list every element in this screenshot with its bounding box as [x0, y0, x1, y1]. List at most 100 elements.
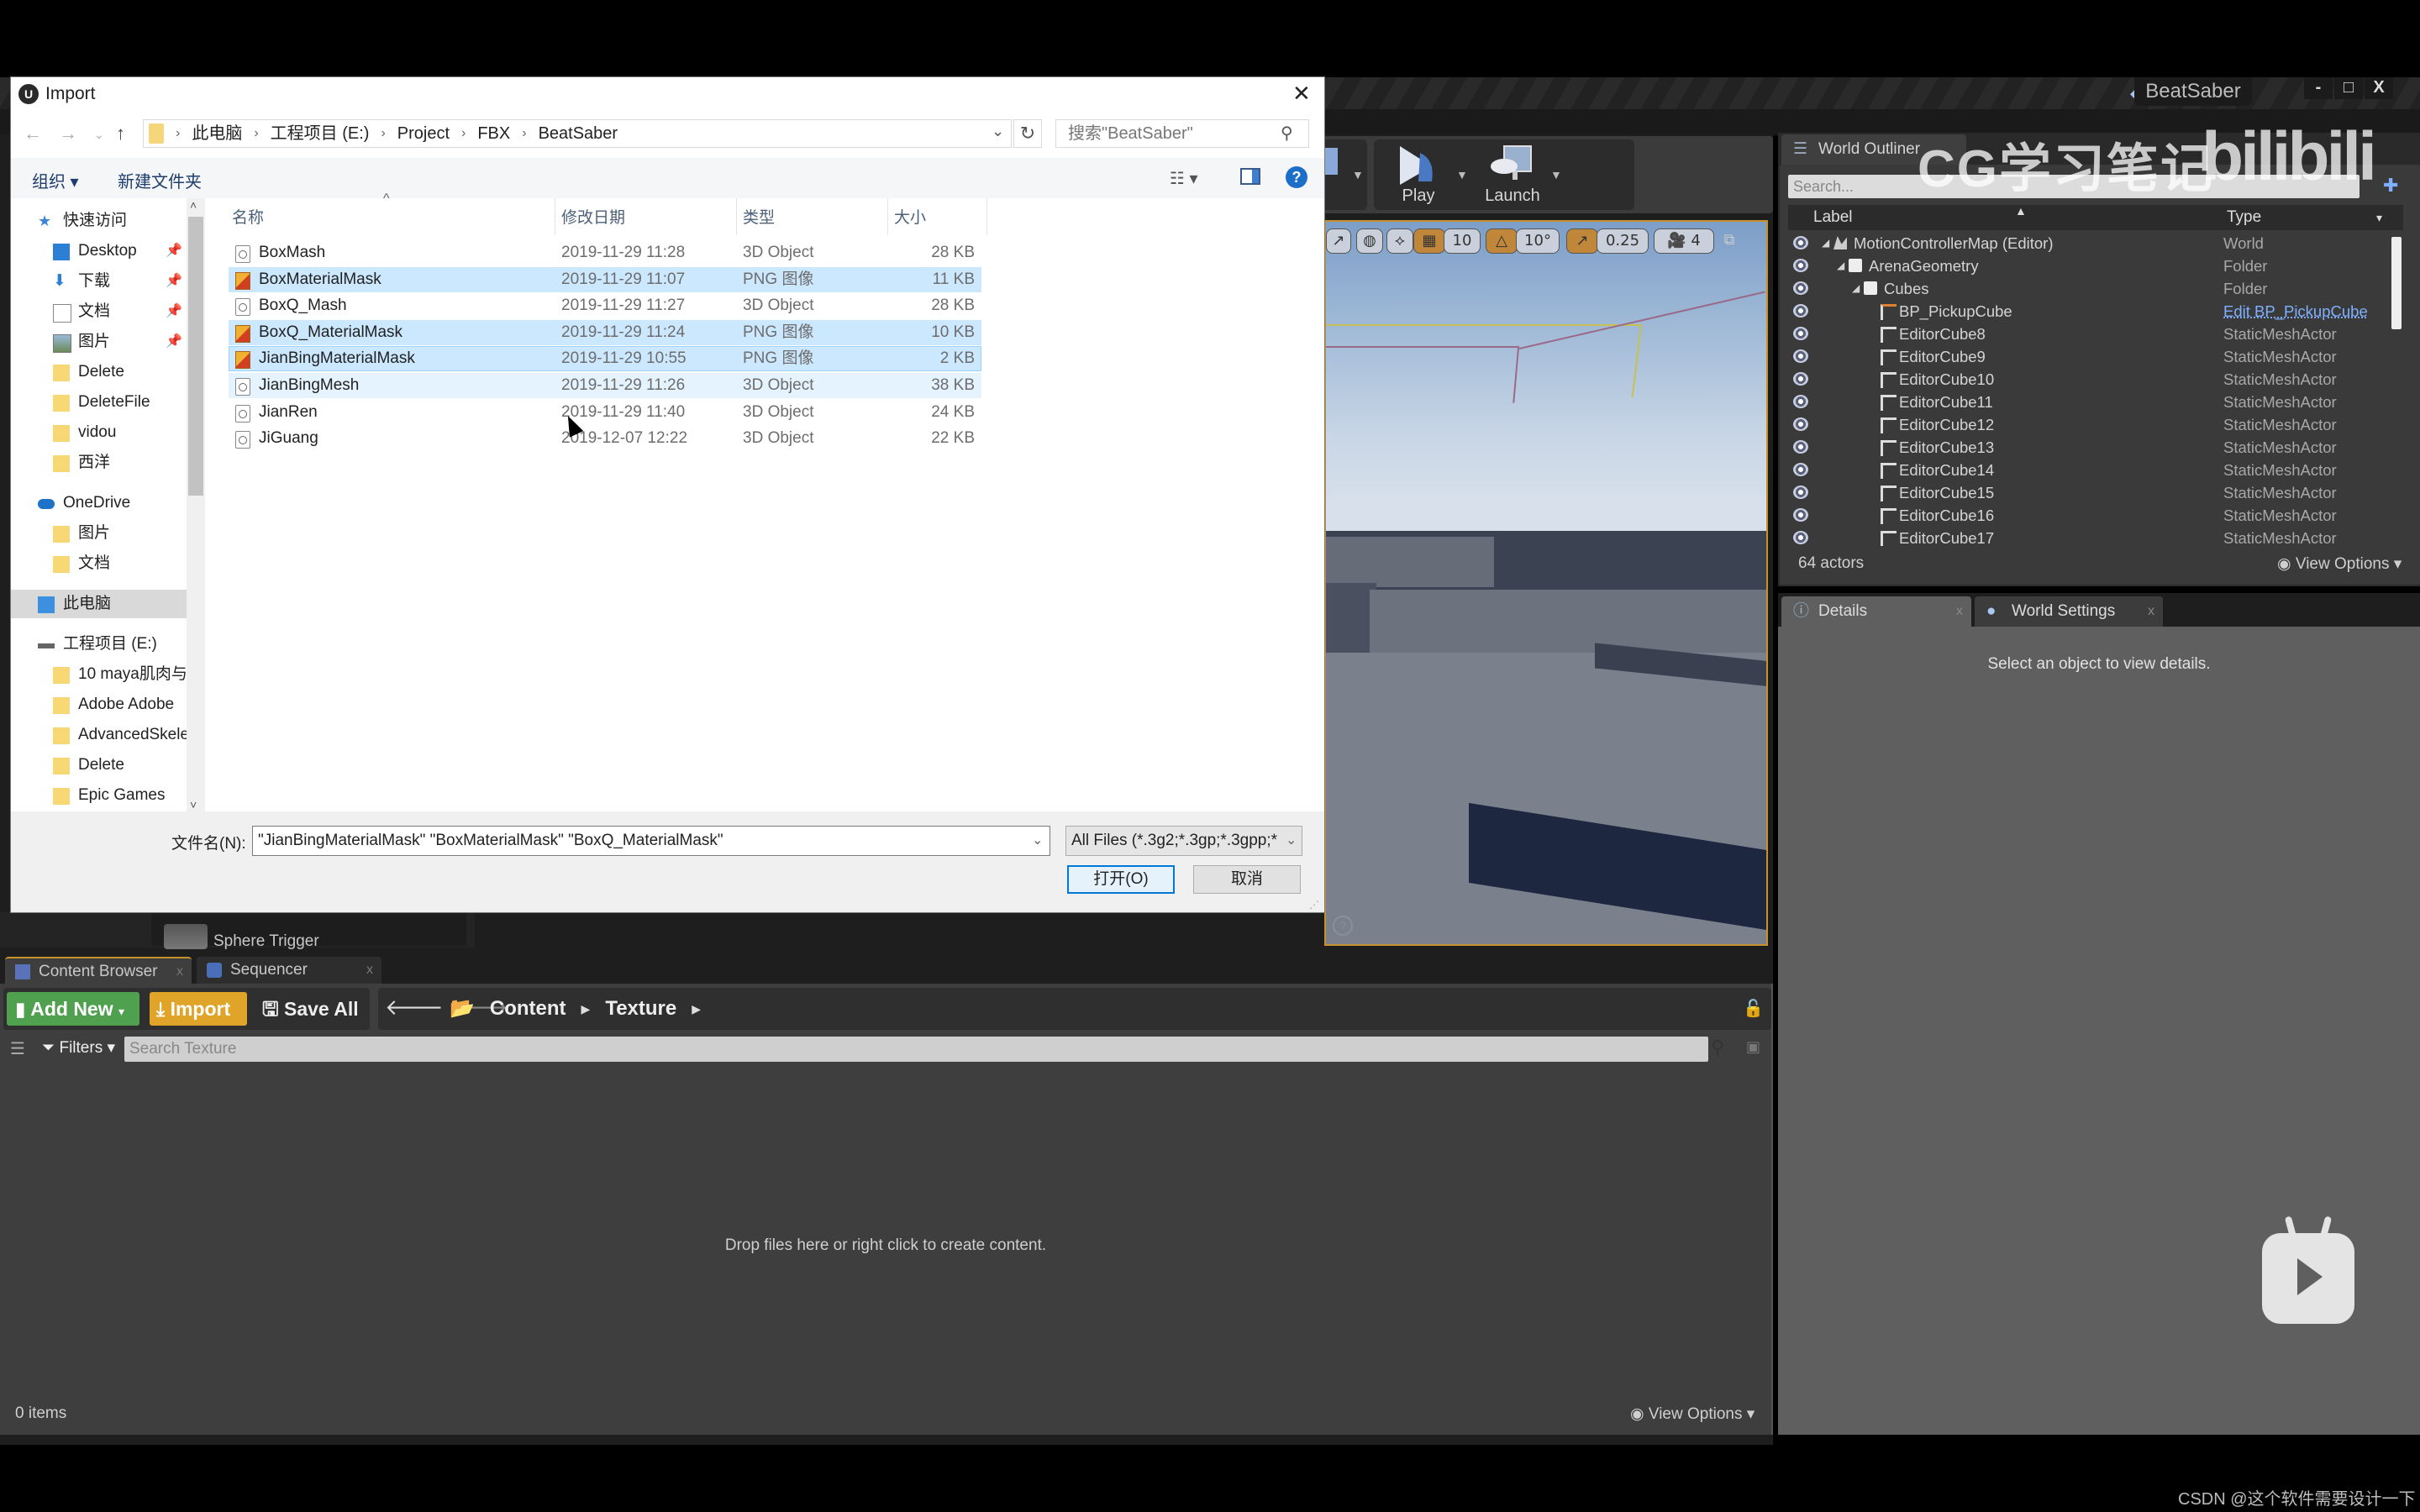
recent-locations-icon[interactable]: ⌄ — [94, 128, 104, 142]
dialog-title-bar[interactable] — [11, 77, 1324, 113]
file-row[interactable]: BoxMash 2019-11-29 11:28 3D Object 28 KB — [229, 240, 981, 265]
scroll-up-icon[interactable]: ˄ — [190, 198, 197, 212]
expand-arrow-icon[interactable]: ◢ — [1852, 277, 1860, 300]
sphere-trigger-thumbnail[interactable] — [164, 924, 208, 949]
visibility-eye-icon[interactable] — [1793, 304, 1808, 318]
filters-button[interactable]: ⏷ Filters ▾ — [42, 1037, 115, 1060]
resize-grip-icon[interactable]: ⋰ — [1309, 899, 1319, 911]
nav-item[interactable]: OneDrive — [11, 489, 187, 517]
breadcrumb-separator-icon[interactable]: › — [522, 120, 526, 147]
outliner-row[interactable]: EditorCube16 StaticMeshActor — [1788, 504, 2393, 527]
dialog-close-button[interactable]: ✕ — [1292, 81, 1311, 107]
outliner-row[interactable]: EditorCube9 StaticMeshActor — [1788, 345, 2393, 368]
nav-item[interactable]: 文档 — [11, 549, 187, 578]
build-dropdown-caret[interactable]: ▼ — [1352, 168, 1364, 181]
cancel-button[interactable]: 取消 — [1193, 865, 1301, 894]
navigation-scroll-thumb[interactable] — [188, 217, 203, 496]
close-tab-icon[interactable]: x — [176, 958, 183, 985]
outliner-scrollbar[interactable] — [2391, 237, 2402, 329]
visibility-eye-icon[interactable] — [1793, 463, 1808, 476]
open-button[interactable]: 打开(O) — [1067, 865, 1175, 894]
project-tab[interactable]: BeatSaber — [2134, 77, 2252, 106]
breadcrumb-project[interactable]: Project — [397, 120, 450, 147]
file-row[interactable]: JianRen 2019-11-29 11:40 3D Object 24 KB — [229, 400, 981, 425]
rotation-snap-toggle[interactable]: △ — [1486, 228, 1518, 254]
breadcrumb-beatsaber[interactable]: BeatSaber — [539, 120, 618, 147]
breadcrumb-this-pc[interactable]: 此电脑 — [192, 120, 242, 147]
back-arrow-icon[interactable]: 🡐 — [385, 995, 444, 1020]
visibility-eye-icon[interactable] — [1793, 372, 1808, 386]
nav-item[interactable]: 工程项目 (E:) — [11, 630, 187, 659]
preview-pane-icon[interactable] — [1240, 168, 1260, 185]
bilibili-tv-icon[interactable] — [2262, 1215, 2354, 1324]
close-tab-icon[interactable]: x — [1956, 596, 1963, 627]
breadcrumb-separator-icon[interactable]: › — [461, 120, 466, 147]
nav-item[interactable]: AdvancedSkele — [11, 721, 187, 749]
nav-item[interactable]: 10 maya肌肉与 — [11, 660, 187, 689]
column-type[interactable]: 类型 — [743, 205, 775, 228]
visibility-eye-icon[interactable] — [1793, 327, 1808, 340]
breadcrumb-separator-icon[interactable]: › — [254, 120, 258, 147]
play-button[interactable]: Play — [1381, 139, 1456, 210]
pin-icon[interactable]: 📌 — [166, 328, 182, 356]
column-name[interactable]: 名称 — [232, 205, 264, 228]
close-tab-icon[interactable]: x — [366, 957, 373, 984]
folder-search-input[interactable]: 搜索"BeatSaber" — [1055, 119, 1309, 148]
scale-snap-toggle[interactable]: ↗ — [1566, 228, 1598, 254]
nav-item[interactable]: vidou — [11, 418, 187, 447]
outliner-row[interactable]: EditorCube10 StaticMeshActor — [1788, 368, 2393, 391]
outliner-row[interactable]: ◢ Cubes Folder — [1788, 277, 2393, 300]
column-divider[interactable] — [736, 198, 737, 235]
breadcrumb-texture[interactable]: Texture — [605, 992, 676, 1026]
tab-world-settings[interactable]: ● World Settings x — [1975, 596, 2163, 627]
visibility-eye-icon[interactable] — [1793, 440, 1808, 454]
scroll-down-icon[interactable]: ˅ — [190, 798, 197, 811]
surface-snap-toggle[interactable]: ⟡ — [1386, 228, 1413, 254]
file-row[interactable]: JianBingMaterialMask 2019-11-29 10:55 PNG … — [229, 346, 981, 372]
sphere-trigger-label[interactable]: Sphere Trigger — [213, 932, 319, 951]
search-icon[interactable]: ⚲ — [1711, 1037, 1724, 1058]
column-divider[interactable] — [986, 198, 987, 235]
nav-item[interactable]: Desktop 📌 — [11, 237, 187, 265]
outliner-row[interactable]: EditorCube13 StaticMeshActor — [1788, 436, 2393, 459]
filename-dropdown[interactable]: ⌄ — [1032, 832, 1043, 848]
nav-item[interactable]: 西洋 — [11, 449, 187, 477]
column-options-icon[interactable]: ▾ — [2376, 205, 2382, 230]
organize-menu[interactable]: 组织 ▾ — [32, 168, 79, 192]
address-history-dropdown[interactable]: ⌄ — [992, 123, 1004, 140]
content-view-options[interactable]: ◉ View Options ▾ — [1630, 1404, 1754, 1424]
breadcrumb-content[interactable]: Content — [490, 992, 566, 1026]
search-icon[interactable]: ⚲ — [1281, 123, 1293, 144]
visibility-eye-icon[interactable] — [1793, 349, 1808, 363]
maximize-button[interactable]: □ — [2334, 77, 2363, 99]
breadcrumb-separator-icon[interactable]: ▶ — [581, 992, 591, 1026]
filetype-select[interactable]: All Files (*.3g2;*.3gp;*.3gpp;* — [1065, 826, 1302, 856]
import-button[interactable]: ⤓ Import — [150, 992, 247, 1026]
nav-item[interactable]: ★ 快速访问 — [11, 207, 187, 235]
outliner-row[interactable]: EditorCube17 StaticMeshActor — [1788, 527, 2393, 546]
visibility-eye-icon[interactable] — [1793, 236, 1808, 249]
scale-snap-value[interactable]: 0.25 — [1597, 228, 1649, 254]
launch-button[interactable]: Launch — [1475, 139, 1550, 210]
world-local-toggle[interactable]: ◍ — [1356, 228, 1383, 254]
column-divider[interactable] — [887, 198, 888, 235]
tab-content-browser[interactable]: Content Browser x — [5, 957, 192, 984]
rotation-snap-value[interactable]: 10° — [1516, 228, 1560, 254]
maximize-viewport-icon[interactable]: ⧉ — [1719, 228, 1739, 252]
breadcrumb-separator-icon[interactable]: › — [381, 120, 385, 147]
save-search-icon[interactable]: ▣ — [1746, 1038, 1760, 1056]
visibility-eye-icon[interactable] — [1793, 281, 1808, 295]
add-new-button[interactable]: ▮ Add New ▾ — [7, 992, 139, 1026]
outliner-row[interactable]: ◢ ArenaGeometry Folder — [1788, 255, 2393, 277]
outliner-row[interactable]: EditorCube8 StaticMeshActor — [1788, 323, 2393, 345]
visibility-eye-icon[interactable] — [1793, 508, 1808, 522]
launch-dropdown-caret[interactable]: ▼ — [1550, 168, 1562, 181]
outliner-row[interactable]: BP_PickupCube Edit BP_PickupCube — [1788, 300, 2393, 323]
grid-snap-toggle[interactable]: ▦ — [1413, 228, 1445, 254]
file-row[interactable]: BoxMaterialMask 2019-11-29 11:07 PNG 图像 11 … — [229, 266, 981, 292]
outliner-row[interactable]: EditorCube14 StaticMeshActor — [1788, 459, 2393, 481]
filename-input[interactable]: "JianBingMaterialMask" "BoxMaterialMask"… — [252, 826, 1050, 856]
column-date[interactable]: 修改日期 — [561, 205, 625, 228]
file-row[interactable]: JiGuang 2019-12-07 12:22 3D Object 22 KB — [229, 426, 981, 451]
breadcrumb-separator-icon[interactable]: › — [176, 120, 180, 147]
